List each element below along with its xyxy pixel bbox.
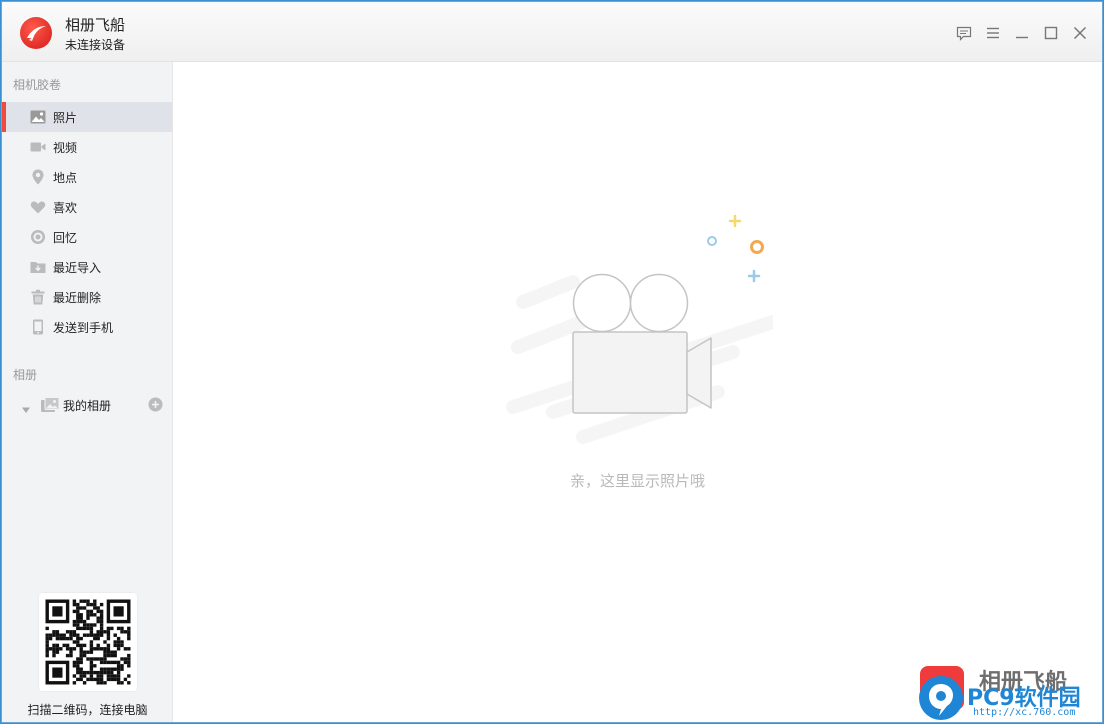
add-album-icon[interactable] (148, 397, 163, 416)
minimize-icon[interactable] (1013, 24, 1031, 42)
watermark: 相册飞船 PC9软件园 http://xc.760.com (915, 660, 1103, 722)
sidebar-item-label: 视频 (53, 141, 78, 155)
phone-icon (30, 319, 46, 335)
sidebar-item-send-to-phone[interactable]: 发送到手机 (2, 312, 172, 342)
sidebar-item-label: 回忆 (53, 231, 78, 245)
sidebar-item-label: 地点 (53, 171, 78, 185)
app-title: 相册飞船 (65, 16, 126, 34)
sidebar-item-memories[interactable]: 回忆 (2, 222, 172, 252)
triangle-down-icon[interactable] (21, 400, 31, 419)
close-icon[interactable] (1071, 24, 1089, 42)
empty-state-camera-illustration (506, 214, 773, 444)
sidebar-item-label: 最近删除 (53, 291, 102, 305)
camera-roll-section-title: 相机胶卷 (13, 78, 62, 92)
sidebar-item-places[interactable]: 地点 (2, 162, 172, 192)
sidebar-item-label: 最近导入 (53, 261, 102, 275)
sidebar-item-videos[interactable]: 视频 (2, 132, 172, 162)
watermark-url: http://xc.760.com (973, 707, 1076, 718)
sidebar-item-photos[interactable]: 照片 (2, 102, 172, 132)
video-icon (30, 139, 46, 155)
empty-state-text: 亲，这里显示照片哦 (569, 472, 705, 490)
album-folder-icon (40, 396, 60, 418)
qr-caption: 扫描二维码，连接电脑 (27, 703, 148, 717)
memory-icon (30, 229, 46, 245)
sidebar-item-label: 发送到手机 (53, 321, 114, 335)
sidebar-item-favorites[interactable]: 喜欢 (2, 192, 172, 222)
maximize-icon[interactable] (1042, 24, 1060, 42)
sidebar-item-recent-imports[interactable]: 最近导入 (2, 252, 172, 282)
albums-section-title: 相册 (13, 368, 38, 382)
main-content: 亲，这里显示照片哦 (173, 62, 1102, 722)
title-bar[interactable]: 相册飞船 未连接设备 (2, 2, 1102, 62)
import-folder-icon (30, 259, 46, 275)
menu-icon[interactable] (984, 24, 1002, 42)
trash-icon (30, 289, 46, 305)
app-logo-icon (20, 17, 52, 49)
sidebar-item-label: 喜欢 (53, 201, 78, 215)
pc9-logo-icon (919, 676, 963, 720)
photo-icon (30, 109, 46, 125)
location-pin-icon (30, 169, 46, 185)
sidebar-item-my-albums[interactable]: 我的相册 (2, 393, 172, 417)
heart-icon (30, 199, 46, 215)
connection-status: 未连接设备 (65, 38, 126, 52)
qr-code (39, 593, 137, 691)
sidebar: 相机胶卷 照片 视频 地点 喜欢 回忆 最近导入 最近删除 发送到手机 相册 我… (2, 62, 173, 722)
feedback-icon[interactable] (955, 24, 973, 42)
app-window: 相册飞船 未连接设备 相机胶卷 照片 视频 地点 喜欢 回忆 最近导入 最近删除… (1, 1, 1103, 723)
sidebar-item-recently-deleted[interactable]: 最近删除 (2, 282, 172, 312)
sidebar-item-label: 照片 (53, 111, 78, 125)
my-albums-label: 我的相册 (63, 399, 112, 413)
